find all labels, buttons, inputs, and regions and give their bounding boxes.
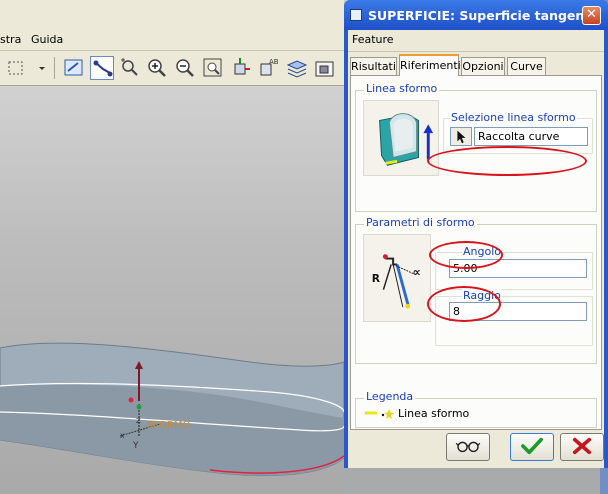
draft-angle-diagram: R ∝: [363, 234, 431, 322]
zoom-fit-icon[interactable]: [201, 56, 225, 80]
alpha-symbol: ∝: [413, 265, 421, 279]
zoom-dynamic-icon[interactable]: [118, 56, 142, 80]
angolo-input[interactable]: 5.00: [449, 259, 587, 278]
menu-feature[interactable]: Feature: [352, 33, 394, 46]
linea-sformo-heading: Linea sformo: [364, 82, 440, 95]
curve-collection-field[interactable]: Raccolta curve: [474, 127, 588, 146]
legend-swatch-icon: [365, 409, 394, 419]
parametri-sformo-heading: Parametri di sformo: [364, 216, 477, 229]
curve-nodes-icon[interactable]: [90, 56, 114, 80]
glasses-icon: [455, 441, 481, 453]
x-icon: [572, 437, 592, 455]
dialog-title: SUPERFICIE: Superficie tangente: [368, 8, 599, 23]
zoom-in-icon[interactable]: [145, 56, 169, 80]
checkmark-icon: [521, 437, 543, 455]
selection-label: Selezione linea sformo: [450, 111, 577, 124]
dropdown-arrow-icon[interactable]: [30, 56, 45, 80]
legenda-heading: Legenda: [364, 390, 416, 403]
tab-riferimenti[interactable]: Riferimenti: [399, 54, 461, 76]
riferimenti-panel: Linea sformo Selezione linea sformo Racc…: [350, 75, 602, 430]
radius-label: R: [372, 272, 380, 285]
draft-line-image: [363, 100, 439, 176]
layers-icon[interactable]: [285, 56, 309, 80]
y-axis-label: Y: [133, 441, 139, 451]
arrow-pointer-icon[interactable]: [450, 127, 472, 146]
sformo-annotation: SFORMO: [147, 420, 191, 431]
named-view-icon[interactable]: AB: [257, 56, 281, 80]
preview-button[interactable]: [446, 433, 490, 461]
raggio-input[interactable]: 8: [449, 302, 587, 321]
svg-text:x: x: [120, 431, 125, 440]
close-icon[interactable]: ✕: [582, 6, 601, 25]
tab-risultati[interactable]: Risultati: [350, 57, 397, 75]
bottom-strip: [344, 468, 608, 494]
saved-views-icon[interactable]: [313, 56, 337, 80]
raggio-label: Raggio: [462, 289, 502, 302]
tab-opzioni[interactable]: Opzioni: [461, 57, 505, 75]
sketch-view-icon[interactable]: [62, 56, 86, 80]
app-menubar: stra Guida: [0, 30, 344, 51]
dialog-title-bar[interactable]: SUPERFICIE: Superficie tangente ✕: [344, 0, 608, 30]
select-box-icon[interactable]: [6, 56, 30, 80]
menu-guida[interactable]: Guida: [31, 33, 63, 46]
angolo-label: Angolo: [462, 245, 502, 258]
app-title-area: [0, 0, 344, 30]
svg-text:Z: Z: [136, 417, 141, 425]
zoom-out-icon[interactable]: [173, 56, 197, 80]
ok-button[interactable]: [510, 433, 554, 461]
app-toolbar: AB: [0, 51, 344, 86]
model-viewport[interactable]: Z x SFORMO Y: [0, 86, 344, 494]
tab-curve[interactable]: Curve: [507, 57, 546, 75]
dialog-body: Feature Risultati Riferimenti Opzioni Cu…: [348, 30, 604, 468]
legenda-item: Linea sformo: [398, 407, 470, 420]
menu-finestra[interactable]: stra: [0, 33, 21, 46]
orient-icon[interactable]: [229, 56, 253, 80]
window-icon: [350, 9, 362, 21]
cancel-button[interactable]: [560, 433, 604, 461]
svg-text:AB: AB: [269, 58, 279, 66]
superficie-dialog: SUPERFICIE: Superficie tangente ✕ Featur…: [344, 0, 608, 468]
